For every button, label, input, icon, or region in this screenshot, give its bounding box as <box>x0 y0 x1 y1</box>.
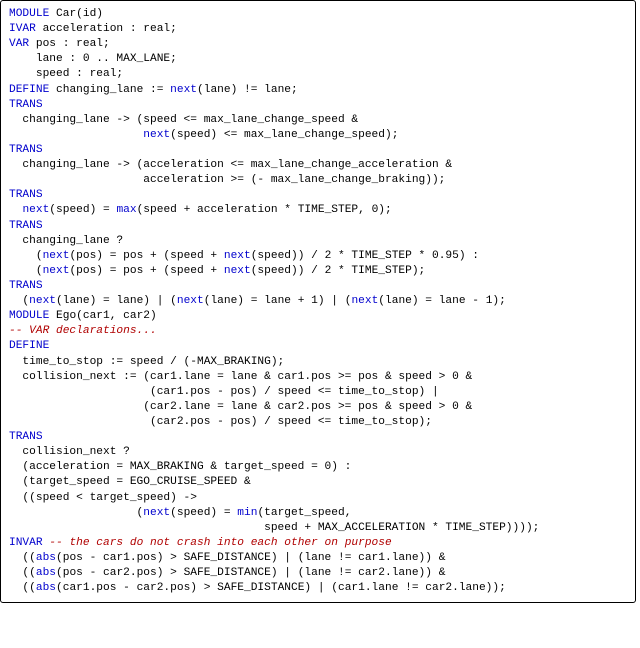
fn-abs: abs <box>36 582 56 594</box>
code-text: (car2.lane = lane & car2.pos >= pos & sp… <box>9 400 627 415</box>
code-text: changing_lane ? <box>9 234 627 249</box>
code-text: (speed) = <box>49 204 116 216</box>
keyword-trans: TRANS <box>9 188 627 203</box>
code-text: ( <box>9 295 29 307</box>
code-text: collision_next := (car1.lane = lane & ca… <box>9 370 627 385</box>
code-text: ( <box>9 250 43 262</box>
code-text: (lane) = lane) | ( <box>56 295 177 307</box>
code-text: (pos - car2.pos) > SAFE_DISTANCE) | (lan… <box>56 567 445 579</box>
code-text: (speed) <= max_lane_change_speed); <box>170 129 398 141</box>
code-text: (pos - car1.pos) > SAFE_DISTANCE) | (lan… <box>56 552 445 564</box>
code-text: time_to_stop := speed / (-MAX_BRAKING); <box>9 355 627 370</box>
fn-next: next <box>143 129 170 141</box>
code-text: (lane) = lane + 1) | ( <box>204 295 352 307</box>
code-text: ((speed < target_speed) -> <box>9 491 627 506</box>
keyword-trans: TRANS <box>9 430 627 445</box>
code-text: (pos) = pos + (speed + <box>69 250 223 262</box>
fn-abs: abs <box>36 567 56 579</box>
fn-next: next <box>43 265 70 277</box>
code-text: (target_speed, <box>257 507 351 519</box>
comment: -- VAR declarations... <box>9 324 627 339</box>
keyword-trans: TRANS <box>9 219 627 234</box>
code-text: (speed)) / 2 * TIME_STEP); <box>251 265 426 277</box>
keyword-var: VAR <box>9 38 29 50</box>
keyword-define: DEFINE <box>9 84 49 96</box>
code-text: (lane) = lane - 1); <box>378 295 506 307</box>
code-text: Ego(car1, car2) <box>49 310 156 322</box>
fn-next: next <box>224 250 251 262</box>
code-text: acceleration >= (- max_lane_change_braki… <box>9 173 627 188</box>
keyword-module: MODULE <box>9 8 49 20</box>
comment: -- the cars do not crash into each other… <box>49 537 391 549</box>
fn-abs: abs <box>36 552 56 564</box>
code-text: lane : 0 .. MAX_LANE; <box>9 52 627 67</box>
code-text: (pos) = pos + (speed + <box>69 265 223 277</box>
fn-next: next <box>22 204 49 216</box>
code-text: (speed + acceleration * TIME_STEP, 0); <box>137 204 392 216</box>
fn-next: next <box>177 295 204 307</box>
code-listing: MODULE Car(id) IVAR acceleration : real; V… <box>0 0 636 603</box>
code-text: (car1.pos - pos) / speed <= time_to_stop… <box>9 385 627 400</box>
code-text: acceleration : real; <box>36 23 177 35</box>
code-text: (( <box>9 582 36 594</box>
keyword-ivar: IVAR <box>9 23 36 35</box>
keyword-trans: TRANS <box>9 98 627 113</box>
code-text: (speed)) / 2 * TIME_STEP * 0.95) : <box>251 250 479 262</box>
code-text: Car(id) <box>49 8 103 20</box>
keyword-define: DEFINE <box>9 339 627 354</box>
keyword-invar: INVAR <box>9 537 43 549</box>
code-text: collision_next ? <box>9 445 627 460</box>
code-text: ( <box>9 507 143 519</box>
code-text: (car2.pos - pos) / speed <= time_to_stop… <box>9 415 627 430</box>
code-text: (lane) != lane; <box>197 84 298 96</box>
fn-next: next <box>143 507 170 519</box>
fn-next: next <box>224 265 251 277</box>
keyword-trans: TRANS <box>9 279 627 294</box>
code-text: changing_lane := <box>49 84 170 96</box>
code-text <box>9 129 143 141</box>
code-text: speed : real; <box>9 67 627 82</box>
fn-max: max <box>116 204 136 216</box>
code-text: ( <box>9 265 43 277</box>
fn-next: next <box>351 295 378 307</box>
fn-next: next <box>43 250 70 262</box>
code-text: changing_lane -> (speed <= max_lane_chan… <box>9 113 627 128</box>
code-text: (( <box>9 552 36 564</box>
code-text <box>9 204 22 216</box>
keyword-module: MODULE <box>9 310 49 322</box>
fn-next: next <box>170 84 197 96</box>
code-text: (car1.pos - car2.pos) > SAFE_DISTANCE) |… <box>56 582 506 594</box>
fn-min: min <box>237 507 257 519</box>
code-text: speed + MAX_ACCELERATION * TIME_STEP))))… <box>9 521 627 536</box>
fn-next: next <box>29 295 56 307</box>
code-text: pos : real; <box>29 38 110 50</box>
keyword-trans: TRANS <box>9 143 627 158</box>
code-text: changing_lane -> (acceleration <= max_la… <box>9 158 627 173</box>
code-text: (target_speed = EGO_CRUISE_SPEED & <box>9 475 627 490</box>
code-text: (acceleration = MAX_BRAKING & target_spe… <box>9 460 627 475</box>
code-text: (( <box>9 567 36 579</box>
code-text: (speed) = <box>170 507 237 519</box>
